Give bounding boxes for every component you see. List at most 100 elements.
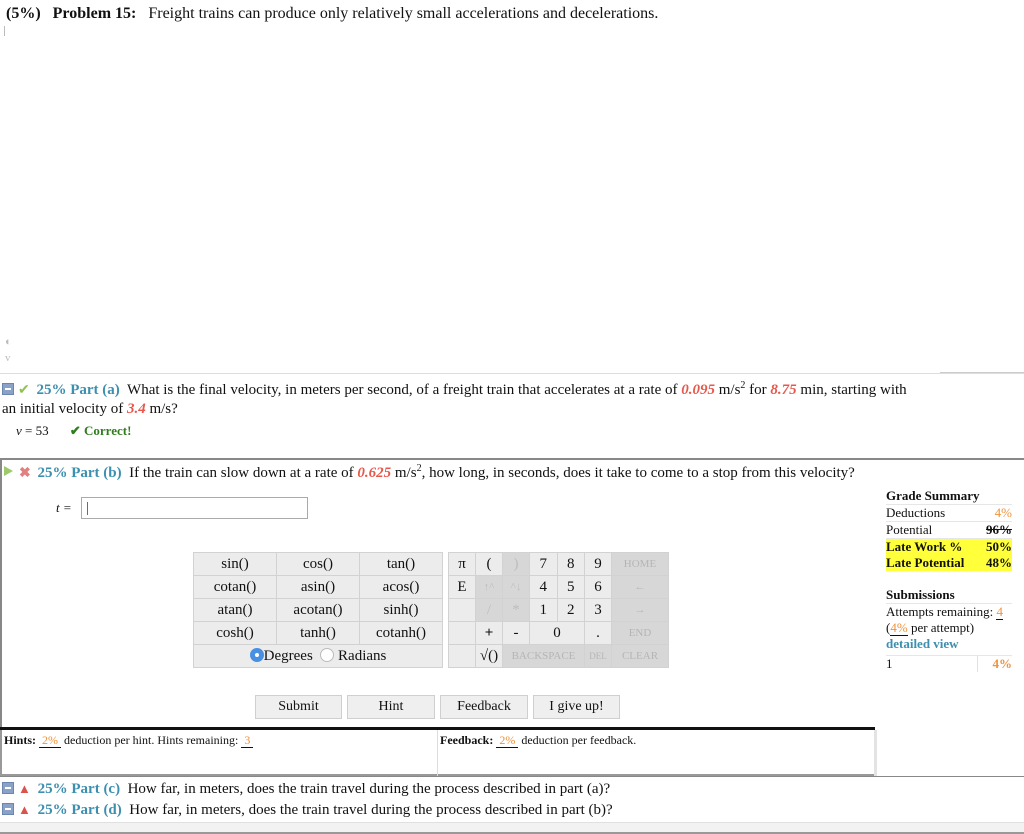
- end-key[interactable]: END: [611, 621, 669, 645]
- submissions-panel: Submissions Attempts remaining: 4 (4% pe…: [886, 587, 1012, 672]
- edge-icon: ◐: [5, 336, 12, 348]
- key-1[interactable]: 1: [529, 598, 558, 622]
- key-0[interactable]: 0: [529, 621, 585, 645]
- part-b-text-1: If the train can slow down at a rate of: [129, 465, 354, 481]
- cotanh-button[interactable]: cotanh(): [359, 621, 443, 645]
- blank-key: [448, 621, 476, 645]
- part-a-weight: 25%: [36, 382, 67, 398]
- key-9[interactable]: 9: [584, 552, 612, 576]
- divider: [874, 730, 877, 776]
- problem-weight: (5%): [6, 5, 41, 22]
- given-acceleration: 0.095: [681, 382, 715, 398]
- key-3[interactable]: 3: [584, 598, 612, 622]
- divider: [0, 373, 1024, 374]
- hint-deduction: 2%: [39, 733, 62, 748]
- open-paren-key[interactable]: (: [475, 552, 503, 576]
- collapse-icon[interactable]: [2, 803, 14, 815]
- submit-button[interactable]: Submit: [255, 695, 342, 719]
- key-2[interactable]: 2: [556, 598, 585, 622]
- bottom-bar: [0, 822, 1024, 834]
- part-d-label[interactable]: Part (d): [71, 802, 121, 818]
- grade-summary-title: Grade Summary: [886, 488, 980, 503]
- degrees-label[interactable]: Degrees: [264, 648, 313, 664]
- attempt-deduction: 4%: [977, 656, 1012, 672]
- plus-key[interactable]: +: [475, 621, 503, 645]
- grade-summary: Grade Summary Deductions 4% Potential 96…: [886, 488, 1012, 571]
- answer-input[interactable]: [81, 497, 308, 519]
- key-6[interactable]: 6: [584, 575, 612, 599]
- hint-button[interactable]: Hint: [347, 695, 435, 719]
- sin-button[interactable]: sin(): [193, 552, 277, 576]
- key-8[interactable]: 8: [556, 552, 585, 576]
- radians-label[interactable]: Radians: [338, 648, 386, 664]
- unit: m/s: [394, 465, 417, 481]
- submissions-title: Submissions: [886, 587, 955, 602]
- acotan-button[interactable]: acotan(): [276, 598, 360, 622]
- tan-button[interactable]: tan(): [359, 552, 443, 576]
- deductions-row: Deductions 4%: [886, 504, 1012, 520]
- part-c-text: How far, in meters, does the train trave…: [127, 781, 611, 797]
- part-c-label[interactable]: Part (c): [71, 781, 120, 797]
- collapse-icon[interactable]: [2, 782, 14, 794]
- part-d-header: ▲ 25% Part (d) How far, in meters, does …: [2, 802, 613, 819]
- degrees-radio[interactable]: [249, 647, 264, 662]
- radians-radio[interactable]: [320, 647, 335, 662]
- close-paren-key[interactable]: ): [502, 552, 530, 576]
- warning-icon: ▲: [18, 781, 31, 796]
- give-up-button[interactable]: I give up!: [533, 695, 620, 719]
- feedback-button[interactable]: Feedback: [440, 695, 528, 719]
- acos-button[interactable]: acos(): [359, 575, 443, 599]
- up-key[interactable]: ↑^: [475, 575, 503, 599]
- edge-icon: v: [5, 352, 11, 364]
- cotan-button[interactable]: cotan(): [193, 575, 277, 599]
- minus-key[interactable]: -: [502, 621, 530, 645]
- asin-button[interactable]: asin(): [276, 575, 360, 599]
- deductions-value: 4%: [994, 505, 1012, 520]
- e-key[interactable]: E: [448, 575, 476, 599]
- hints-remaining: 3: [241, 733, 254, 748]
- part-d-weight: 25%: [37, 802, 68, 818]
- divider: [437, 730, 438, 776]
- tanh-button[interactable]: tanh(): [276, 621, 360, 645]
- atan-button[interactable]: atan(): [193, 598, 277, 622]
- pi-key[interactable]: π: [448, 552, 476, 576]
- play-icon[interactable]: [4, 466, 13, 476]
- multiply-key[interactable]: *: [502, 598, 530, 622]
- part-a-text-3: min, starting with: [800, 382, 907, 398]
- key-5[interactable]: 5: [556, 575, 585, 599]
- left-arrow-key[interactable]: ←: [611, 575, 669, 599]
- cosh-button[interactable]: cosh(): [193, 621, 277, 645]
- right-arrow-key[interactable]: →: [611, 598, 669, 622]
- collapse-icon[interactable]: [2, 383, 14, 395]
- part-a-answer: v = 53 ✔ Correct!: [16, 423, 131, 439]
- problem-header: (5%) Problem 15: Freight trains can prod…: [6, 5, 658, 23]
- del-key[interactable]: DEL: [584, 644, 612, 668]
- blank-key: [448, 644, 476, 668]
- angle-mode-row: Degrees Radians: [193, 644, 443, 668]
- part-b-label[interactable]: Part (b): [71, 465, 121, 481]
- part-a-label[interactable]: Part (a): [70, 382, 120, 398]
- sqrt-key[interactable]: √(): [475, 644, 503, 668]
- home-key[interactable]: HOME: [611, 552, 669, 576]
- detailed-view-link[interactable]: detailed view: [886, 636, 1012, 652]
- warning-icon: ▲: [18, 802, 31, 817]
- unit: m/s: [718, 382, 741, 398]
- part-a-line-2: an initial velocity of 3.4 m/s?: [2, 401, 178, 417]
- part-c-weight: 25%: [37, 781, 68, 797]
- text-caret: [4, 26, 5, 36]
- down-key[interactable]: ^↓: [502, 575, 530, 599]
- key-7[interactable]: 7: [529, 552, 558, 576]
- divide-key[interactable]: /: [475, 598, 503, 622]
- correct-status: ✔ Correct!: [69, 423, 132, 438]
- cos-button[interactable]: cos(): [276, 552, 360, 576]
- part-b-text-2: , how long, in seconds, does it take to …: [421, 465, 855, 481]
- dot-key[interactable]: .: [584, 621, 612, 645]
- backspace-key[interactable]: BACKSPACE: [502, 644, 585, 668]
- part-c-header: ▲ 25% Part (c) How far, in meters, does …: [2, 781, 610, 798]
- key-4[interactable]: 4: [529, 575, 558, 599]
- sinh-button[interactable]: sinh(): [359, 598, 443, 622]
- part-b-weight: 25%: [37, 465, 68, 481]
- feedback-deduction: 2%: [496, 733, 519, 748]
- attempt-number: 1: [886, 656, 893, 671]
- clear-key[interactable]: CLEAR: [611, 644, 669, 668]
